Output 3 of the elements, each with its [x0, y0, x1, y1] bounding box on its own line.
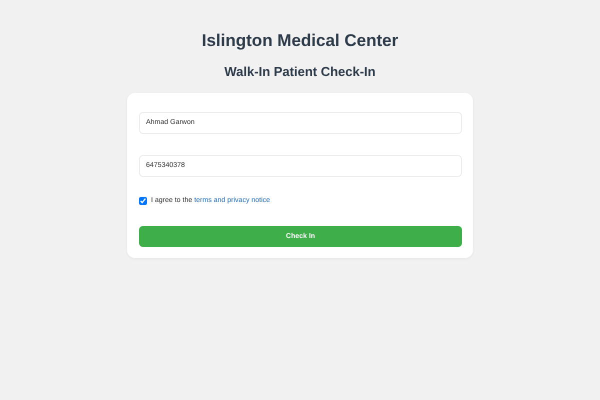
- page-title: Islington Medical Center: [200, 31, 400, 52]
- consent-checkbox[interactable]: [139, 197, 147, 206]
- form-subtitle: Walk-In Patient Check-In: [223, 64, 377, 80]
